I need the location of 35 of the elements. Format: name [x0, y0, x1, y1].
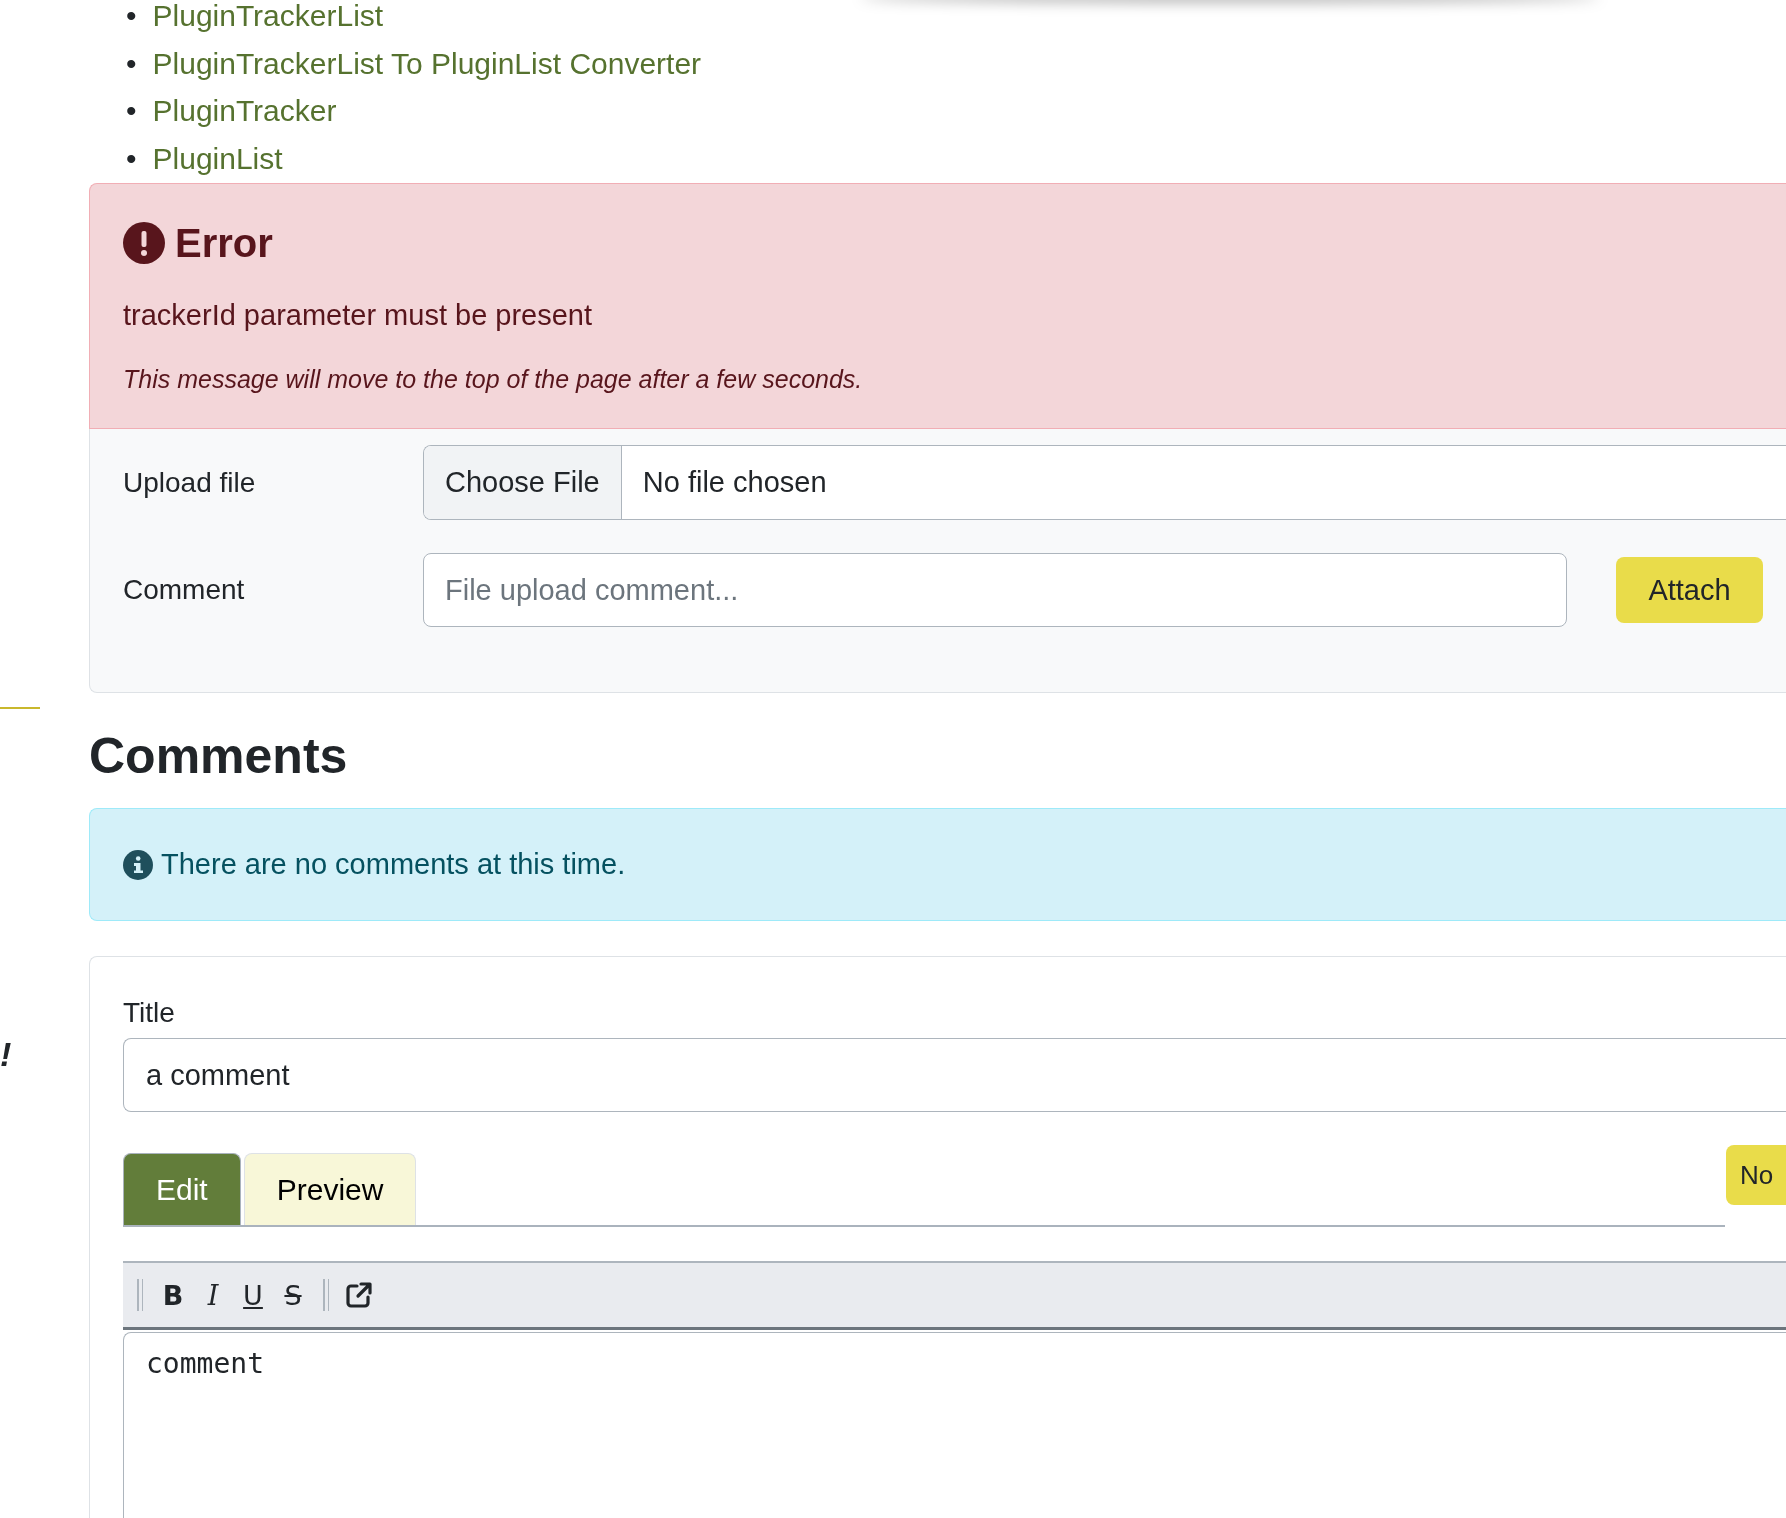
bullet-marker: • — [126, 140, 137, 177]
title-input[interactable]: a comment — [123, 1038, 1786, 1112]
toolbar-divider — [323, 1279, 329, 1311]
external-link-icon[interactable] — [345, 1281, 373, 1309]
comment-input[interactable]: File upload comment... — [423, 553, 1567, 627]
error-note: This message will move to the top of the page after a few seconds. — [123, 364, 864, 395]
error-message: trackerId parameter must be present — [123, 298, 594, 333]
comment-editor[interactable]: comment — [123, 1332, 1786, 1518]
editor-tab[interactable]: Edit — [123, 1153, 241, 1225]
toolbar-divider — [137, 1279, 143, 1311]
comments-heading: Comments — [89, 727, 349, 786]
editor-tab[interactable]: Preview — [243, 1153, 417, 1225]
info-text: There are no comments at this time. — [161, 848, 626, 881]
choose-file-button[interactable]: Choose File — [424, 446, 622, 519]
plugin-link[interactable]: PluginTrackerList To PluginList Converter — [152, 39, 702, 87]
plugin-link[interactable]: PluginTrackerList — [152, 0, 384, 40]
side-text: ! — [0, 1034, 12, 1074]
plugin-link[interactable]: PluginList — [152, 134, 283, 182]
file-input[interactable]: Choose File No file chosen — [423, 445, 1786, 520]
underline-button[interactable]: U — [235, 1279, 271, 1311]
italic-button[interactable]: I — [195, 1279, 231, 1311]
bullet-marker: • — [126, 45, 137, 82]
error-title: Error — [175, 220, 273, 267]
error-icon — [123, 222, 165, 264]
upload-label: Upload file — [123, 466, 257, 499]
bullet-marker: • — [126, 93, 137, 129]
bullet-marker: • — [126, 0, 137, 34]
attach-button[interactable]: Attach — [1616, 557, 1763, 623]
info-icon — [123, 849, 153, 880]
plugin-link[interactable]: PluginTracker — [152, 87, 337, 135]
strike-button[interactable]: S — [275, 1279, 311, 1311]
title-label: Title — [123, 996, 176, 1030]
side-button[interactable]: No — [1726, 1145, 1786, 1205]
bold-button[interactable]: B — [155, 1279, 191, 1311]
comment-label: Comment — [123, 574, 246, 606]
